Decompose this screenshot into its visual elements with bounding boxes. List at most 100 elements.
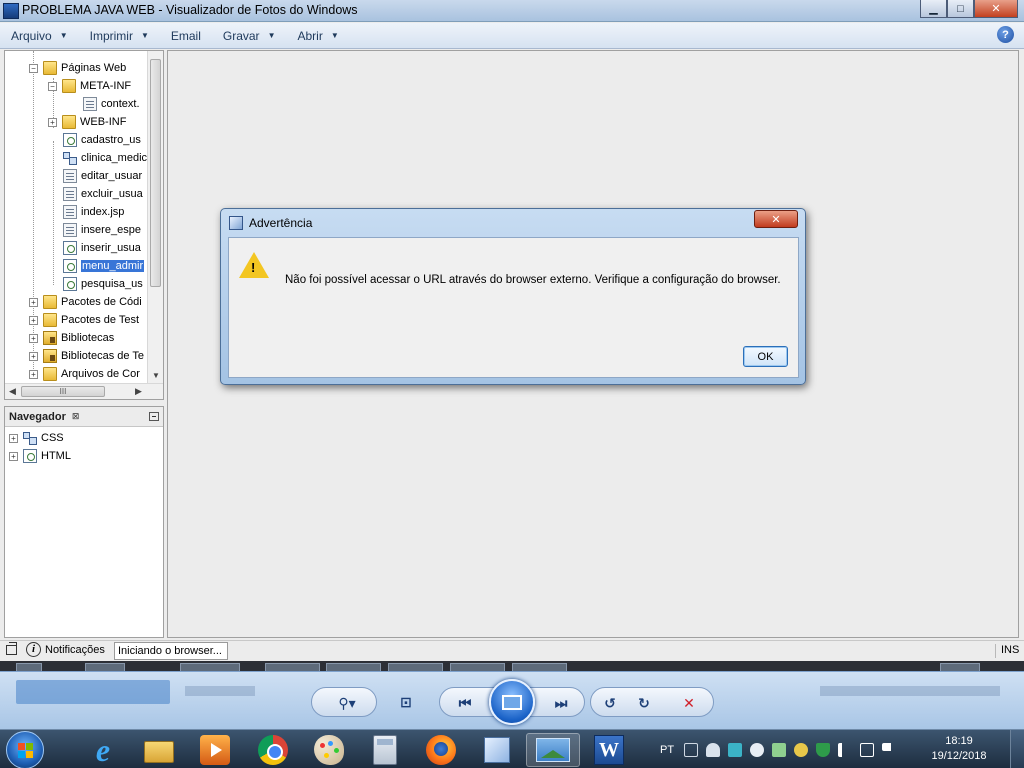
tree-item[interactable]: clinica_medic — [63, 149, 147, 167]
calculator-icon[interactable] — [358, 733, 412, 767]
netbeans-icon[interactable] — [470, 733, 524, 767]
keyboard-icon[interactable] — [684, 742, 699, 757]
palette-glyph — [314, 735, 344, 765]
tree-item[interactable]: − Páginas Web — [29, 59, 126, 77]
scroll-right-arrow-icon[interactable]: ▶ — [135, 386, 142, 397]
expand-icon[interactable]: + — [29, 351, 38, 361]
delete-icon[interactable]: ✕ — [676, 690, 702, 716]
tree-item[interactable]: insere_espe — [63, 221, 141, 239]
safely-remove-icon[interactable] — [772, 742, 787, 757]
scroll-left-arrow-icon[interactable]: ◀ — [9, 386, 16, 397]
close-button[interactable]: ✕ — [974, 0, 1018, 18]
tree-item[interactable]: + WEB-INF — [48, 113, 126, 131]
scroll-down-arrow-icon[interactable]: ▼ — [152, 371, 160, 380]
tree-item[interactable]: − META-INF — [48, 77, 131, 95]
language-indicator[interactable]: PT — [660, 744, 674, 756]
menu-email[interactable]: Email — [160, 29, 212, 43]
expand-icon[interactable]: + — [29, 369, 38, 379]
tree-item[interactable]: + Pacotes de Códi — [29, 293, 142, 311]
expand-icon[interactable]: + — [48, 117, 57, 127]
internet-explorer-icon[interactable]: e — [76, 733, 130, 767]
expand-icon[interactable]: + — [29, 333, 38, 343]
photo-viewer-icon[interactable] — [526, 733, 580, 767]
navigator-panel: Navegador ⊠ + CSS + HTML — [4, 406, 164, 638]
close-tab-icon[interactable]: ⊠ — [72, 411, 80, 422]
show-desktop-button[interactable] — [1010, 730, 1024, 768]
tree-item[interactable]: editar_usuar — [63, 167, 142, 185]
tree-item[interactable]: + Bibliotecas de Te — [29, 347, 144, 365]
notifications-label[interactable]: Notificações — [45, 644, 105, 656]
chrome-icon[interactable] — [246, 733, 300, 767]
minimize-button[interactable]: ▁ — [920, 0, 947, 18]
collapse-icon[interactable]: − — [29, 63, 38, 73]
tree-item[interactable]: + Pacotes de Test — [29, 311, 139, 329]
tree-item[interactable]: pesquisa_us — [63, 275, 143, 293]
info-icon[interactable]: i — [26, 642, 41, 657]
rotate-left-icon[interactable]: ↺ — [597, 690, 623, 716]
shield-icon[interactable] — [816, 742, 831, 757]
tree-item[interactable]: + Bibliotecas — [29, 329, 114, 347]
tree-item[interactable]: + HTML — [9, 447, 71, 465]
chevron-down-icon: ▼ — [140, 31, 149, 40]
collapse-icon[interactable]: − — [48, 81, 57, 91]
ok-button[interactable]: OK — [743, 346, 788, 367]
help-icon[interactable]: ? — [997, 26, 1014, 43]
menu-imprimir[interactable]: Imprimir ▼ — [79, 29, 160, 43]
tree-item-label: context. — [101, 98, 140, 110]
ghost-tab — [388, 663, 443, 671]
tree-item-label: WEB-INF — [80, 116, 127, 128]
warning-mark: ! — [251, 260, 256, 275]
minimize-panel-icon[interactable] — [149, 412, 159, 421]
fit-to-window-icon[interactable]: ⊡ — [393, 689, 419, 715]
tree-item[interactable]: + Arquivos de Cor — [29, 365, 140, 383]
tree-item[interactable]: context. — [83, 95, 140, 113]
tree-item-label: insere_espe — [81, 224, 141, 236]
tree-item[interactable]: + CSS — [9, 429, 64, 447]
file-explorer-icon[interactable] — [132, 733, 186, 767]
library-icon — [43, 331, 57, 345]
previous-icon[interactable]: ⏮ — [452, 690, 478, 716]
rotate-delete-group: ↺ ↻ ✕ — [590, 687, 714, 717]
tree-item[interactable]: index.jsp — [63, 203, 124, 221]
paint-icon[interactable] — [302, 733, 356, 767]
tree-item[interactable]: cadastro_us — [63, 131, 141, 149]
tree-item[interactable]: excluir_usua — [63, 185, 143, 203]
word-icon[interactable]: W — [582, 733, 636, 767]
window-titlebar[interactable]: PROBLEMA JAVA WEB - Visualizador de Foto… — [0, 0, 1024, 22]
clock[interactable]: 18:19 19/12/2018 — [924, 734, 994, 764]
css-icon — [23, 431, 37, 445]
next-icon[interactable]: ⏭ — [548, 690, 574, 716]
tree-item-selected[interactable]: menu_admir — [63, 257, 145, 275]
expand-icon[interactable]: + — [29, 297, 38, 307]
expand-icon[interactable]: + — [9, 451, 18, 461]
scrollbar-thumb[interactable] — [150, 59, 161, 287]
firefox-icon[interactable] — [414, 733, 468, 767]
expand-icon[interactable]: + — [9, 433, 18, 443]
network-icon[interactable] — [860, 742, 875, 757]
network-app-icon[interactable] — [728, 742, 743, 757]
project-tree-panel: − Páginas Web − META-INF context. + WEB-INF… — [4, 50, 164, 400]
jsp-file-icon — [63, 223, 77, 237]
usb-icon[interactable] — [706, 742, 721, 757]
scrollbar-thumb[interactable]: III — [21, 386, 105, 397]
cloud-icon[interactable] — [750, 742, 765, 757]
menu-arquivo[interactable]: Arquivo ▼ — [0, 29, 79, 43]
horizontal-scrollbar[interactable]: ◀ III ▶ — [5, 383, 163, 399]
dialog-close-button[interactable]: ✕ — [754, 210, 798, 228]
volume-icon[interactable] — [838, 742, 852, 757]
slideshow-button[interactable] — [489, 679, 535, 725]
update-icon[interactable] — [794, 742, 809, 757]
vertical-scrollbar[interactable]: ▼ — [147, 51, 163, 384]
restore-window-icon[interactable] — [6, 642, 17, 655]
start-button[interactable] — [6, 731, 44, 768]
menu-abrir[interactable]: Abrir ▼ — [286, 29, 349, 43]
zoom-icon[interactable]: ⚲▾ — [332, 690, 362, 716]
maximize-button[interactable]: □ — [947, 0, 974, 18]
action-center-flag-icon[interactable] — [882, 742, 897, 751]
tree-item-label: cadastro_us — [81, 134, 141, 146]
media-player-icon[interactable] — [188, 733, 242, 767]
menu-gravar[interactable]: Gravar ▼ — [212, 29, 287, 43]
expand-icon[interactable]: + — [29, 315, 38, 325]
rotate-right-icon[interactable]: ↻ — [631, 690, 657, 716]
tree-item[interactable]: inserir_usua — [63, 239, 141, 257]
